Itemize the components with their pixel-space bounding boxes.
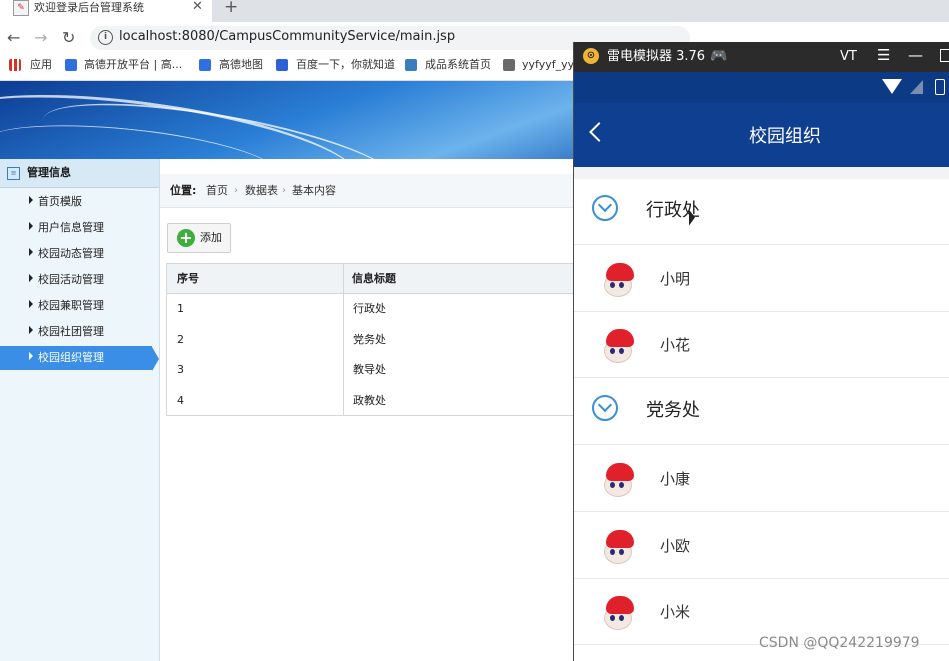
apps-grid-icon [9, 59, 21, 71]
caret-right-icon [29, 248, 33, 256]
bookmark-item[interactable]: 成品系统首页 [425, 57, 491, 73]
tab-title: 欢迎登录后台管理系统 [34, 1, 144, 14]
member-name: 小花 [660, 336, 691, 355]
sidebar-item[interactable]: 校园组织管理 [0, 346, 152, 370]
sidebar-item-label: 校园兼职管理 [38, 299, 104, 312]
mouse-cursor-icon [689, 209, 695, 229]
battery-icon [935, 79, 945, 95]
menu-icon[interactable]: ☰ [877, 46, 890, 65]
reload-icon[interactable]: ↻ [62, 27, 75, 49]
back-arrow-icon[interactable]: ← [7, 27, 20, 49]
column-divider [343, 264, 344, 415]
table-cell-title[interactable]: 教导处 [353, 362, 386, 378]
amap-icon [199, 59, 211, 71]
member-item[interactable]: 小花 [574, 312, 949, 379]
bookmark-item[interactable]: 应用 [30, 57, 52, 73]
sidebar-item-label: 校园社团管理 [38, 325, 104, 338]
member-name: 小明 [660, 269, 691, 288]
sidebar-item[interactable]: 校园社团管理 [0, 320, 159, 344]
caret-right-icon [29, 352, 33, 360]
minimize-icon[interactable]: — [908, 46, 923, 65]
table-cell-title[interactable]: 政教处 [353, 393, 386, 409]
emulator-logo-icon: ⊙ [583, 48, 599, 64]
breadcrumb-label: 位置: [170, 184, 197, 197]
add-button-label: 添加 [200, 231, 222, 244]
vt-badge: VT [840, 49, 857, 64]
plus-icon: + [177, 229, 195, 247]
group-label: 党务处 [646, 400, 700, 422]
group-header[interactable]: 行政处 [574, 179, 949, 245]
sidebar-item[interactable]: 校园活动管理 [0, 268, 159, 292]
member-item[interactable]: 小明 [574, 246, 949, 312]
bookmark-item[interactable]: 百度一下，你就知道 [296, 57, 395, 73]
sidebar-item-label: 首页模版 [38, 195, 82, 208]
url-text[interactable]: localhost:8080/CampusCommunityService/ma… [119, 28, 455, 46]
member-name: 小欧 [660, 536, 691, 555]
caret-right-icon [29, 196, 33, 204]
group-header[interactable]: 党务处 [574, 379, 949, 446]
breadcrumb-separator: › [234, 185, 238, 196]
caret-right-icon [29, 326, 33, 334]
expand-chevron-icon[interactable] [592, 395, 618, 422]
caret-right-icon [29, 274, 33, 282]
sidebar-header-label: 管理信息 [27, 166, 71, 179]
wifi-icon [882, 79, 902, 94]
bookmark-item[interactable]: 高德开放平台 | 高... [84, 57, 182, 73]
sidebar-item-label: 校园组织管理 [38, 351, 104, 364]
sidebar-item[interactable]: 校园兼职管理 [0, 294, 159, 318]
sidebar-item-label: 用户信息管理 [38, 221, 104, 234]
table-cell-title[interactable]: 行政处 [353, 301, 386, 317]
emulator-title: 雷电模拟器 3.76 [607, 49, 706, 64]
forward-arrow-icon[interactable]: → [34, 27, 47, 49]
sidebar-item[interactable]: 首页模版 [0, 190, 159, 214]
member-item[interactable]: 小康 [574, 446, 949, 512]
baidu-paw-icon [276, 59, 288, 71]
tab-close-icon[interactable]: ✕ [192, 0, 203, 15]
breadcrumb-home[interactable]: 首页 [206, 183, 228, 199]
app-title: 校园组织 [749, 126, 821, 147]
breadcrumb-datatable[interactable]: 数据表 [245, 183, 278, 199]
gamepad-icon[interactable]: 🎮 [710, 48, 727, 65]
avatar-icon [600, 529, 636, 566]
caret-right-icon [29, 300, 33, 308]
avatar-icon [600, 262, 636, 299]
amap-icon [65, 59, 77, 71]
member-name: 小米 [660, 603, 691, 622]
column-header-index[interactable]: 序号 [177, 271, 199, 287]
sidebar-item[interactable]: 校园动态管理 [0, 242, 159, 266]
sidebar-header [0, 159, 159, 188]
table-cell-index: 4 [177, 394, 184, 408]
member-name: 小康 [660, 469, 691, 488]
fish-icon [503, 59, 515, 71]
maximize-icon[interactable] [940, 49, 949, 62]
table-cell-title[interactable]: 党务处 [353, 332, 386, 348]
sidebar-item-label: 校园动态管理 [38, 247, 104, 260]
avatar-icon [600, 329, 636, 365]
active-item-pointer [152, 347, 159, 371]
caret-right-icon [29, 222, 33, 230]
sidebar-item-label: 校园活动管理 [38, 273, 104, 286]
table-cell-index: 3 [177, 363, 184, 377]
watermark: CSDN @QQ242219979 [759, 635, 920, 651]
table-cell-index: 1 [177, 302, 184, 315]
member-item[interactable]: 小欧 [574, 513, 949, 579]
new-tab-icon[interactable]: + [224, 0, 238, 17]
table-cell-index: 2 [177, 332, 184, 346]
breadcrumb-separator: › [282, 185, 286, 196]
list-icon: ≡ [7, 167, 20, 180]
expand-chevron-icon[interactable] [592, 195, 618, 221]
avatar-icon [600, 596, 636, 632]
breadcrumb-basic-content: 基本内容 [292, 184, 336, 197]
sidebar-item[interactable]: 用户信息管理 [0, 216, 159, 240]
bookmark-item[interactable]: 高德地图 [219, 57, 263, 73]
avatar-icon [600, 462, 636, 499]
home-icon [405, 59, 417, 71]
bookmark-item[interactable]: yyfyyf_yyf [522, 57, 578, 73]
site-info-icon[interactable]: i [98, 30, 113, 45]
column-header-title[interactable]: 信息标题 [352, 271, 396, 287]
tab-favicon-icon: ✎ [13, 0, 29, 16]
